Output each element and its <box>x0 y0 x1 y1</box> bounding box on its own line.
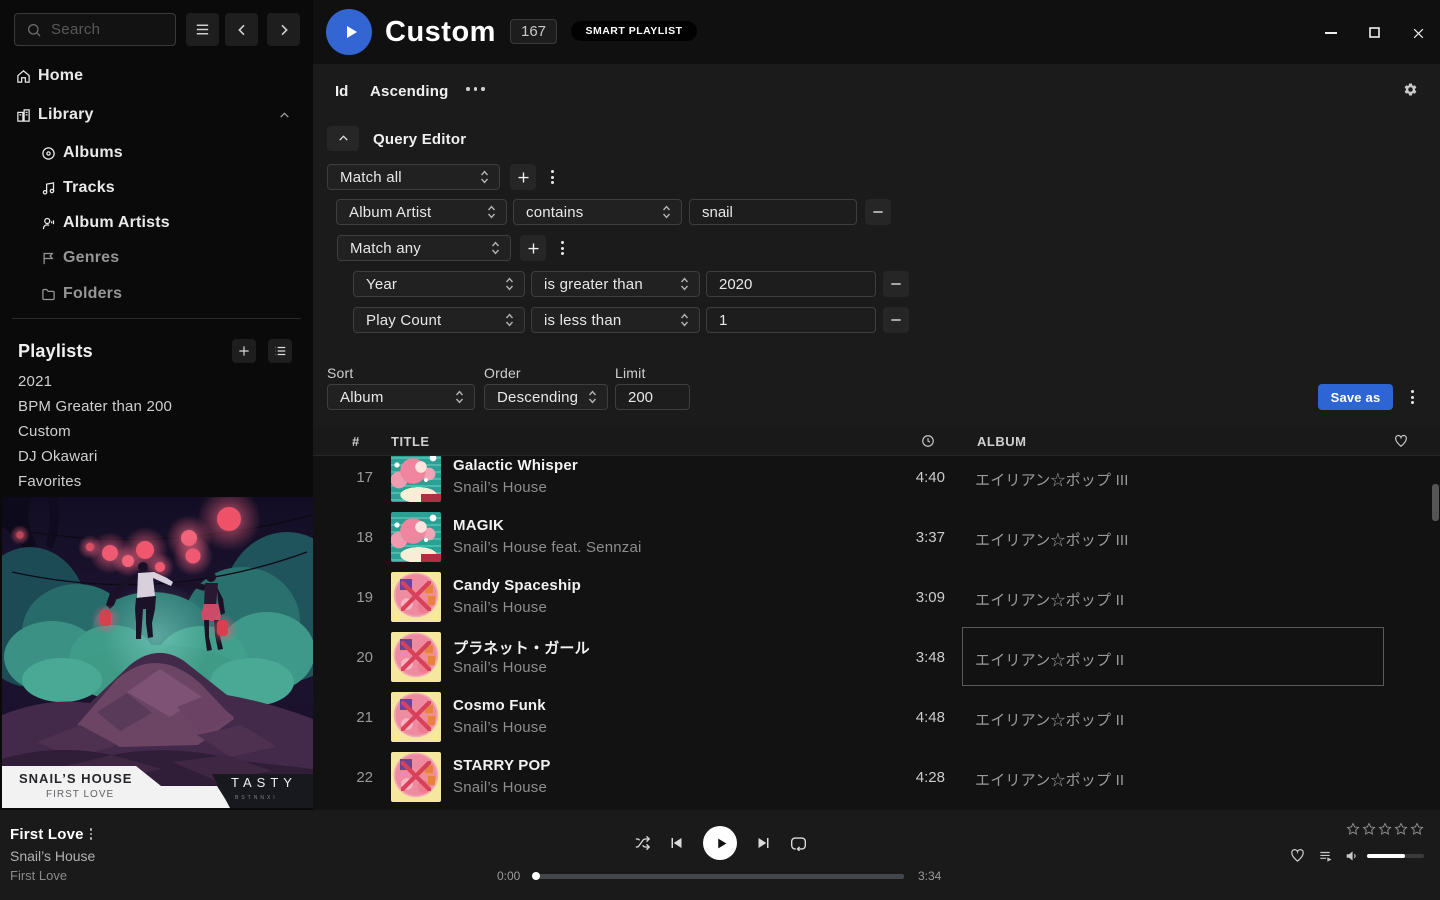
svg-text:TASTY: TASTY <box>231 775 297 790</box>
svg-text:FIRST LOVE: FIRST LOVE <box>46 789 114 800</box>
svg-text:SNAIL’S HOUSE: SNAIL’S HOUSE <box>19 771 132 786</box>
svg-text:BSTNNXI: BSTNNXI <box>235 795 278 801</box>
